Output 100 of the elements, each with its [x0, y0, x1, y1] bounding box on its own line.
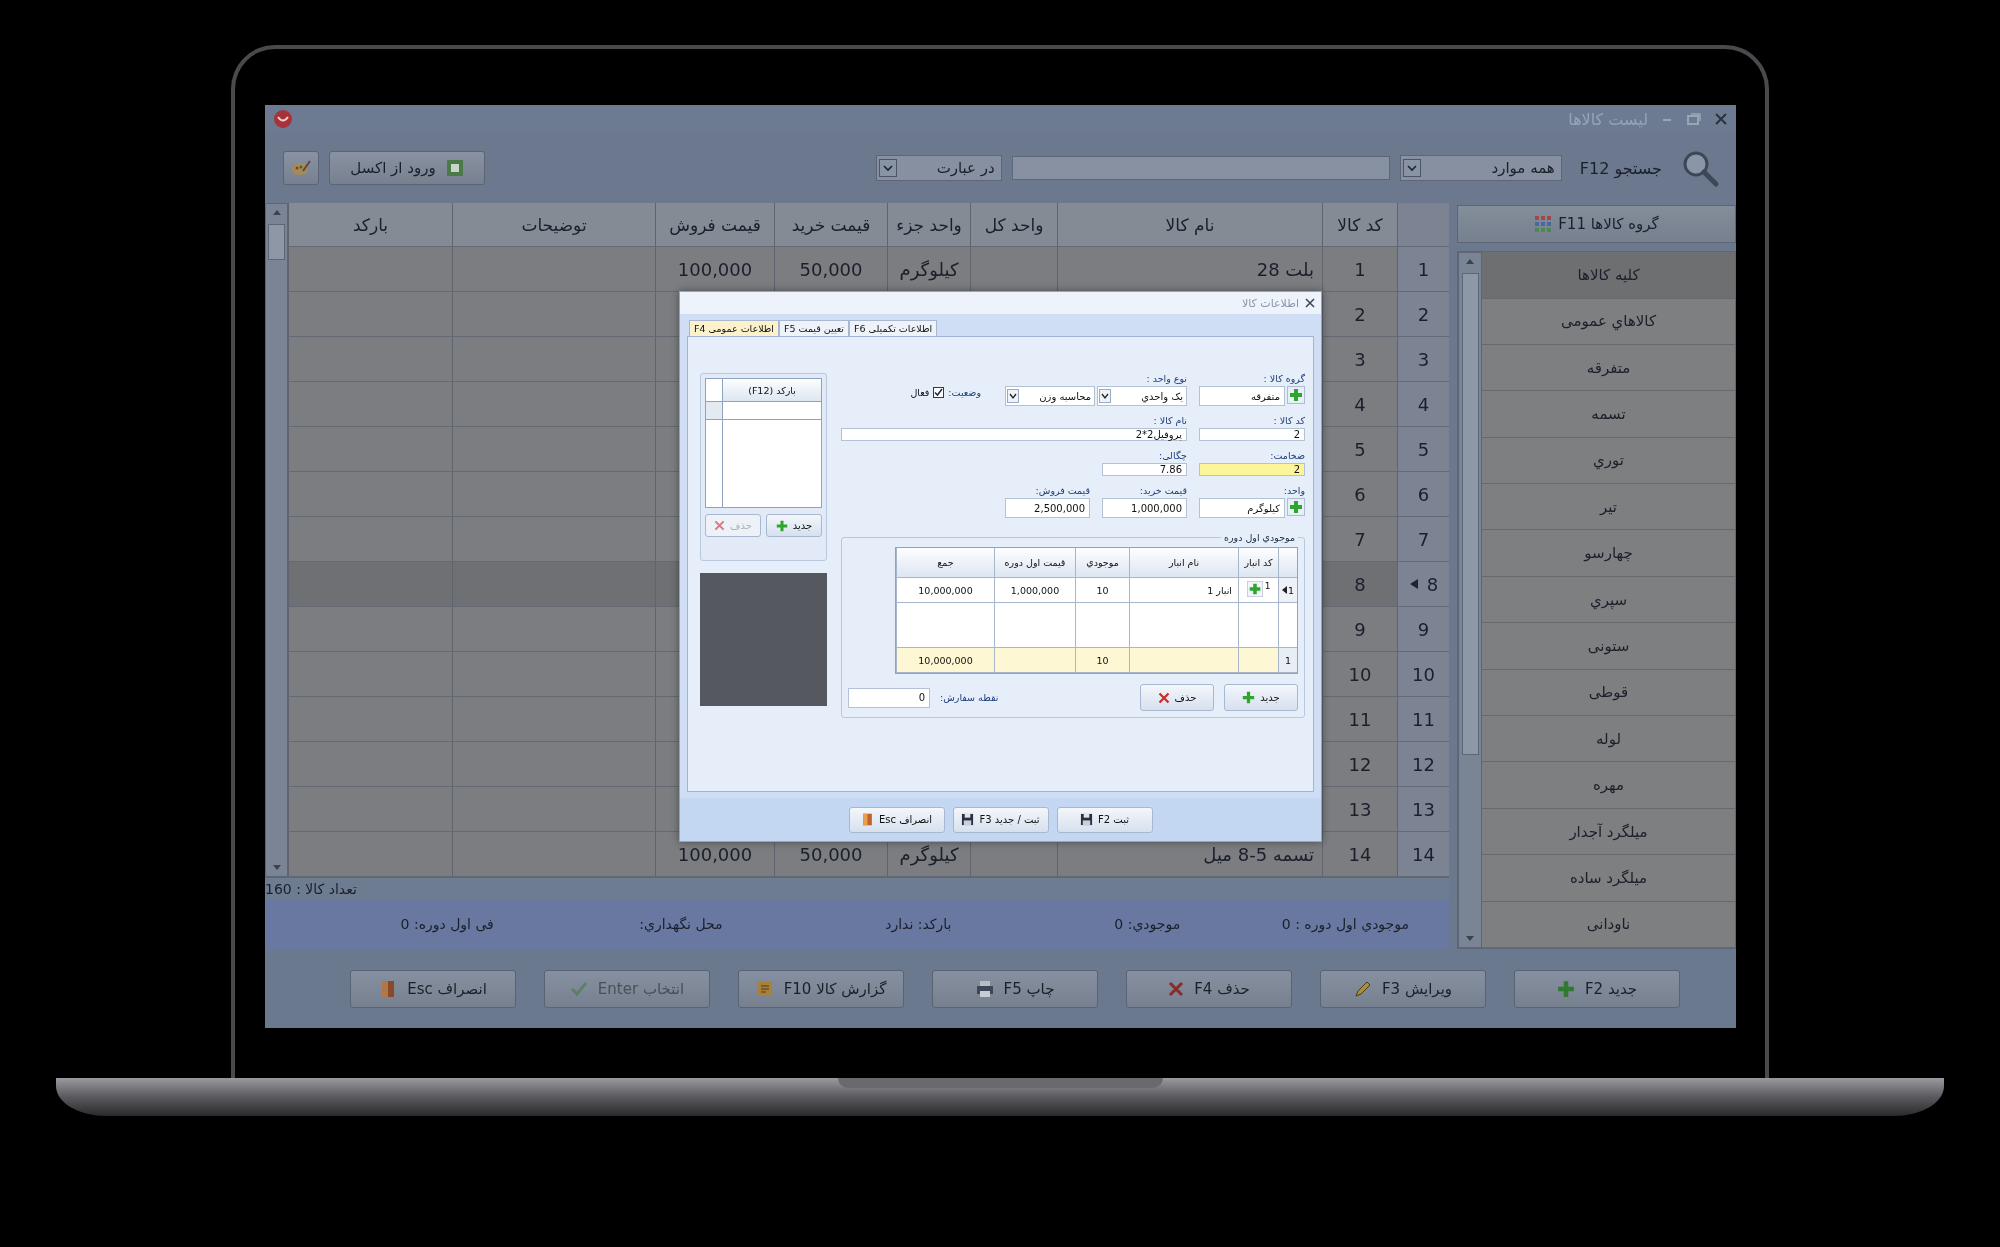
tab[interactable]: اطلاعات عمومی F4 [689, 320, 779, 336]
row-header[interactable]: 11 [1397, 697, 1449, 742]
field-label: وضعیت: [948, 387, 981, 398]
grid-button[interactable]: جدید [1224, 684, 1298, 711]
row-header[interactable]: 1 [1397, 247, 1449, 292]
group-item[interactable]: میلگرد ساده [1482, 855, 1735, 902]
scroll-thumb[interactable] [268, 224, 285, 260]
plus-icon [1242, 691, 1256, 704]
column-header[interactable]: قیمت خرید [774, 203, 887, 247]
row-header[interactable]: 3 [1397, 337, 1449, 382]
add-icon[interactable] [1287, 386, 1305, 404]
input-field[interactable]: 1,000,000 [1102, 498, 1187, 518]
theme-button[interactable] [283, 151, 319, 185]
table-cell: 1 [1322, 247, 1397, 292]
input-field[interactable]: 2 [1199, 428, 1305, 441]
group-item[interactable]: ستونی [1482, 623, 1735, 670]
group-item[interactable]: متفرقه [1482, 344, 1735, 392]
column-header[interactable]: واحد کل [970, 203, 1057, 247]
add-icon[interactable] [1246, 581, 1263, 597]
group-item[interactable]: چهارسو [1482, 530, 1735, 577]
import-excel-button[interactable]: ورود از اکسل [329, 151, 485, 185]
table-cell: 7 [1322, 517, 1397, 562]
input-field[interactable]: 2,500,000 [1005, 498, 1090, 518]
add-icon[interactable] [1287, 498, 1305, 516]
group-item[interactable]: کلیه کالاها [1482, 252, 1735, 299]
match-dropdown[interactable]: در عبارت [875, 155, 1002, 181]
column-header[interactable]: (F12) بارکد [723, 379, 821, 401]
dialog-button[interactable]: ثبت F2 [1056, 806, 1153, 833]
action-button[interactable]: انصراف Esc [350, 969, 516, 1008]
row-selector[interactable] [706, 402, 723, 419]
scope-dropdown[interactable]: همه موارد [1399, 155, 1562, 181]
input-field[interactable]: پروفیل2*2 [841, 428, 1187, 441]
group-item[interactable]: سپري [1482, 576, 1735, 624]
column-header[interactable]: نام کالا [1057, 203, 1322, 247]
group-item[interactable]: میلگرد آجدار [1482, 808, 1735, 856]
row-header[interactable]: 1 [1278, 578, 1297, 603]
column-header[interactable]: قیمت اول دوره [994, 548, 1075, 578]
column-header[interactable]: بارکد [288, 203, 452, 247]
group-item[interactable]: لوله [1482, 716, 1735, 763]
row-header[interactable]: 6 [1397, 472, 1449, 517]
column-header[interactable]: واحد جزء [887, 203, 970, 247]
table-cell: 14 [1322, 832, 1397, 877]
input-field[interactable]: کیلوگرم [1199, 498, 1285, 518]
group-item[interactable]: مهره [1482, 762, 1735, 809]
x-icon [714, 520, 726, 531]
row-header[interactable]: 12 [1397, 742, 1449, 787]
row-header[interactable]: 9 [1397, 607, 1449, 652]
row-header[interactable]: 2 [1397, 292, 1449, 337]
table-cell: بلت 28 [1057, 247, 1322, 292]
column-header[interactable]: کد کالا [1322, 203, 1397, 247]
row-number: 6 [1417, 483, 1430, 505]
action-button[interactable]: جدید F2 [1514, 969, 1680, 1008]
column-header[interactable]: جمع [896, 548, 994, 578]
scrollbar[interactable] [1458, 252, 1482, 948]
group-item[interactable]: تسمه [1482, 391, 1735, 438]
row-header[interactable]: 4 [1397, 382, 1449, 427]
input-field[interactable]: 0 [848, 687, 930, 708]
dialog-button[interactable]: انصراف Esc [848, 806, 945, 833]
row-header[interactable]: 5 [1397, 427, 1449, 472]
grid-button[interactable]: جدید [766, 514, 822, 537]
search-field[interactable] [1011, 156, 1390, 180]
restore-icon[interactable] [1686, 112, 1702, 126]
checkbox[interactable] [933, 387, 945, 398]
row-header[interactable]: 14 [1397, 832, 1449, 877]
row-number: 10 [1412, 663, 1435, 685]
app-icon [273, 109, 293, 129]
action-button[interactable]: چاپ F5 [932, 969, 1098, 1008]
grid-button[interactable]: حذف [1140, 684, 1214, 711]
row-header[interactable]: 8 [1397, 562, 1449, 607]
checkbox-label: فعال [910, 387, 930, 398]
close-icon[interactable] [1305, 298, 1315, 308]
group-item[interactable]: تیر [1482, 484, 1735, 531]
row-header[interactable]: 7 [1397, 517, 1449, 562]
action-button[interactable]: حذف F4 [1126, 969, 1292, 1008]
tab[interactable]: اطلاعات تکمیلی F6 [849, 320, 938, 336]
row-header[interactable]: 13 [1397, 787, 1449, 832]
dialog-button[interactable]: ثبت / جدید F3 [952, 806, 1049, 833]
column-header[interactable]: قیمت فروش [655, 203, 774, 247]
column-header[interactable]: کد انبار [1238, 548, 1278, 578]
action-button[interactable]: گزارش کالا F10 [738, 969, 904, 1008]
input-field[interactable]: متفرقه [1199, 386, 1285, 406]
group-item[interactable]: کالاهاي عمومی [1482, 298, 1735, 345]
input-field[interactable]: 2 [1199, 463, 1305, 476]
group-item[interactable]: توري [1482, 437, 1735, 485]
action-button[interactable]: ویرایش F3 [1320, 969, 1486, 1008]
tab[interactable]: تعیین قیمت F5 [779, 320, 849, 336]
row-header[interactable]: 10 [1397, 652, 1449, 697]
dropdown[interactable]: یک واحدي [1097, 386, 1187, 406]
plus-icon [1556, 979, 1575, 998]
column-header[interactable]: موجودي [1075, 548, 1129, 578]
column-header[interactable]: نام انبار [1129, 548, 1238, 578]
dropdown[interactable]: محاسبه وزن [1005, 386, 1095, 406]
input-field[interactable]: 7.86 [1102, 463, 1187, 476]
column-header[interactable]: توضیحات [452, 203, 655, 247]
field-label: چگالی: [1157, 450, 1187, 461]
group-item[interactable]: ناودانی [1482, 901, 1735, 948]
group-item[interactable]: قوطی [1482, 669, 1735, 717]
scrollbar[interactable] [265, 203, 288, 877]
field-label: نقطه سفارش: [940, 692, 999, 703]
scroll-thumb[interactable] [1461, 273, 1479, 756]
